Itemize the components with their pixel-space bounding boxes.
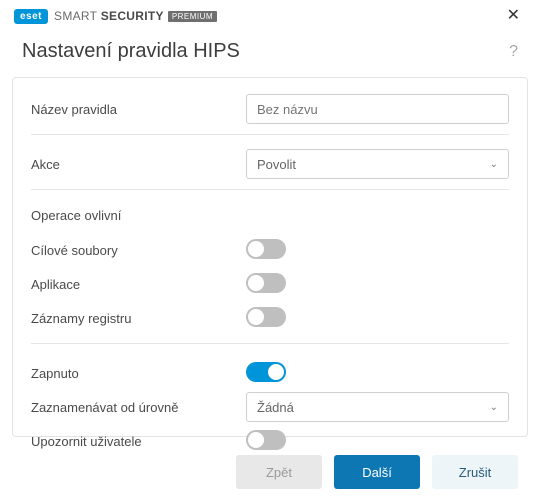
row-log-level: Zaznamenávat od úrovně Žádná ⌄ [31,390,509,424]
log-level-select[interactable]: Žádná ⌄ [246,392,509,422]
page-title: Nastavení pravidla HIPS [22,40,509,63]
titlebar: eset SMART SECURITY PREMIUM ✕ [0,0,540,30]
log-level-select-value: Žádná [257,400,294,415]
dialog-header: Nastavení pravidla HIPS ? [0,30,540,77]
operations-section-label: Operace ovlivní [31,202,509,233]
chevron-down-icon: ⌄ [490,402,498,413]
applications-label: Aplikace [31,277,246,292]
registry-label: Záznamy registru [31,311,246,326]
divider [31,134,509,135]
brand-edition: PREMIUM [168,11,217,22]
log-level-label: Zaznamenávat od úrovně [31,400,246,415]
cancel-button[interactable]: Zrušit [432,455,518,489]
notify-toggle[interactable] [246,430,286,450]
action-label: Akce [31,157,246,172]
row-target-files: Cílové soubory [31,233,509,267]
row-action: Akce Povolit ⌄ [31,147,509,181]
brand-name-bold: SECURITY [101,9,164,23]
target-files-toggle[interactable] [246,239,286,259]
divider [31,189,509,190]
brand-name-light: SMART [54,9,97,23]
action-select[interactable]: Povolit ⌄ [246,149,509,179]
action-select-value: Povolit [257,157,296,172]
registry-toggle[interactable] [246,307,286,327]
enabled-toggle[interactable] [246,362,286,382]
notify-label: Upozornit uživatele [31,434,246,449]
next-button[interactable]: Další [334,455,420,489]
row-enabled: Zapnuto [31,356,509,390]
chevron-down-icon: ⌄ [490,159,498,170]
target-files-label: Cílové soubory [31,243,246,258]
applications-toggle[interactable] [246,273,286,293]
rule-name-input[interactable] [246,94,509,124]
row-rule-name: Název pravidla [31,92,509,126]
divider [31,343,509,344]
enabled-label: Zapnuto [31,366,246,381]
rule-name-label: Název pravidla [31,102,246,117]
row-applications: Aplikace [31,267,509,301]
back-button: Zpět [236,455,322,489]
brand-badge: eset [14,9,48,24]
help-icon[interactable]: ? [509,43,518,61]
brand-name: SMART SECURITY [54,9,164,23]
settings-panel: Název pravidla Akce Povolit ⌄ Operace ov… [12,77,528,437]
row-registry: Záznamy registru [31,301,509,335]
close-icon[interactable]: ✕ [501,6,526,26]
